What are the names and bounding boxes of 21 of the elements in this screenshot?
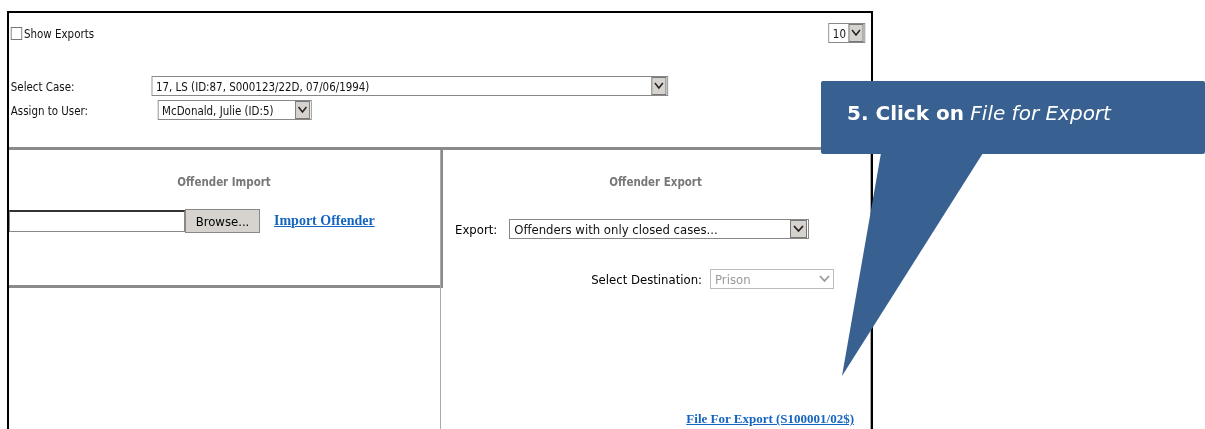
export-title: Offender Export: [609, 174, 702, 189]
show-exports-label: Show Exports: [23, 25, 95, 41]
import-offender-link[interactable]: Import Offender: [274, 213, 375, 229]
assign-user-label: Assign to User:: [10, 102, 90, 118]
user-select[interactable]: McDonald, Julie (ID:5): [157, 100, 312, 120]
callout-text: 5. Click on File for Export: [847, 101, 1111, 125]
import-title: Offender Import: [177, 174, 272, 189]
case-select[interactable]: 17, LS (ID:87, S000123/22D, 07/06/1994): [151, 76, 669, 96]
caret-icon: [295, 101, 310, 119]
file-for-export-link[interactable]: File For Export (S100001/02$): [686, 411, 854, 427]
caret-icon: [790, 220, 808, 238]
page-size-select[interactable]: 10: [828, 23, 866, 43]
export-select[interactable]: Offenders with only closed cases...: [509, 219, 810, 239]
caret-icon: [651, 77, 667, 95]
caret-icon: [848, 24, 864, 42]
destination-label: Select Destination:: [591, 271, 702, 287]
browse-button[interactable]: Browse...: [185, 209, 260, 233]
show-exports-checkbox[interactable]: [10, 26, 23, 40]
file-input[interactable]: [9, 210, 185, 232]
export-label: Export:: [455, 221, 498, 237]
select-case-label: Select Case:: [10, 78, 76, 94]
